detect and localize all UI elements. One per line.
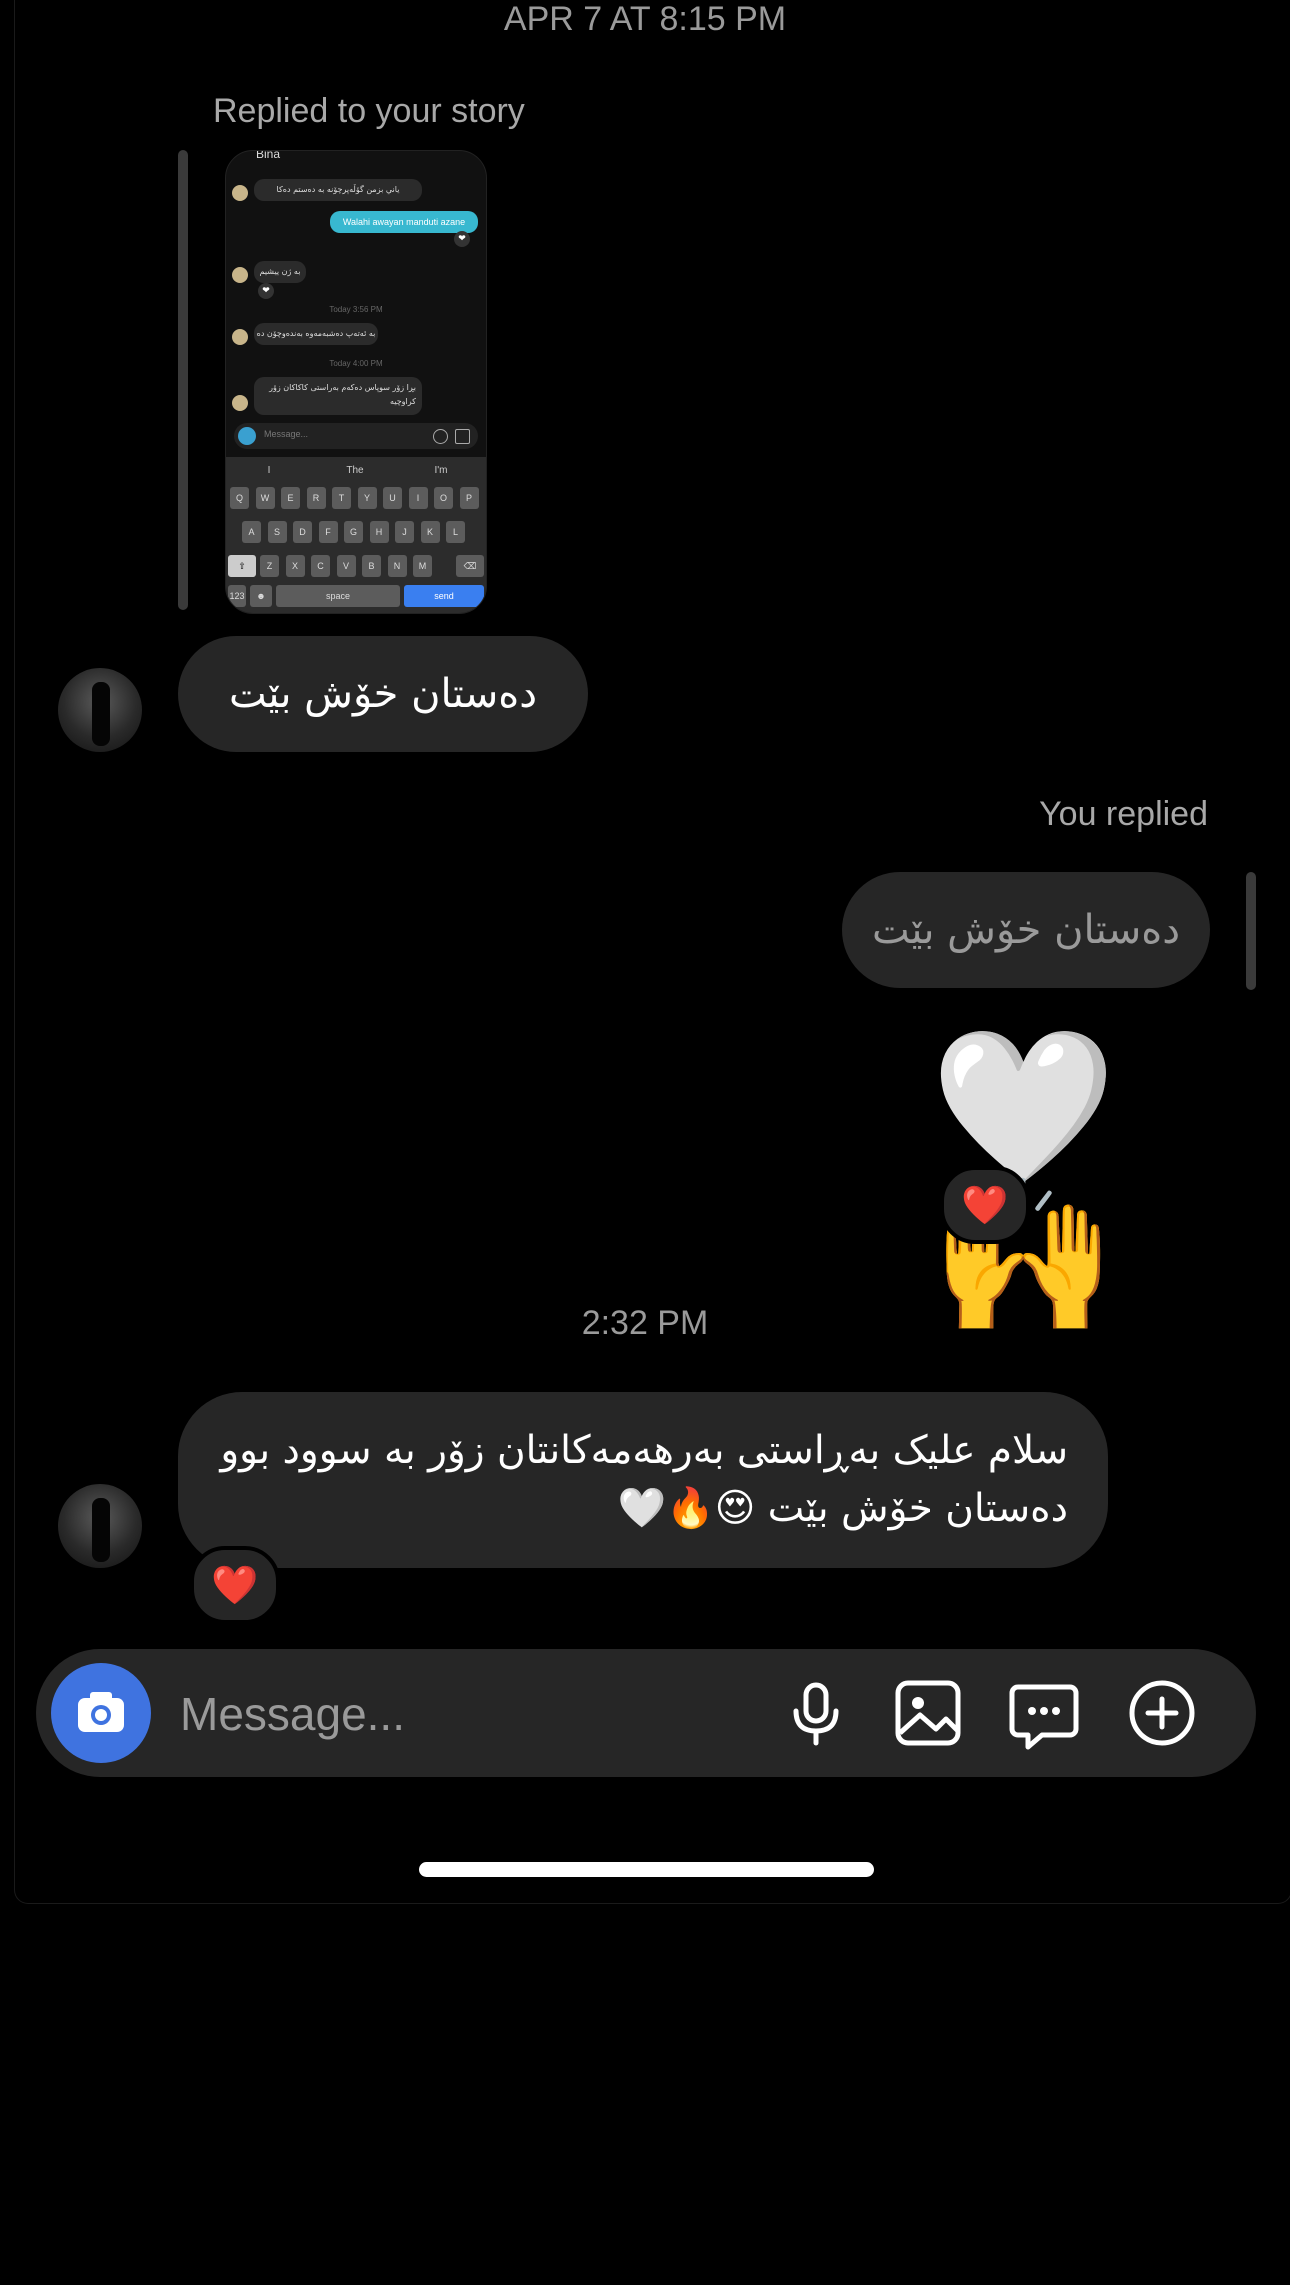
thumb-key: N <box>387 555 407 577</box>
story-reply-label: Replied to your story <box>213 92 525 130</box>
sticker-icon <box>1009 1684 1079 1750</box>
heart-reaction[interactable]: ❤️ <box>190 1546 280 1624</box>
thumb-time: Today 3:56 PM <box>329 305 383 314</box>
thumb-heart-reaction: ❤ <box>258 283 274 299</box>
thumb-key: Q <box>230 487 249 509</box>
heart-reaction[interactable]: ❤️ <box>940 1166 1030 1244</box>
thumb-key: Y <box>357 487 377 509</box>
thumb-keyboard: I The I'm QWERTYUIOPASDFGHJKLZXCVBNM ⇧ ⌫… <box>226 457 486 613</box>
thumb-gallery-icon <box>455 429 470 444</box>
story-thumbnail[interactable]: Bina ياني بزمن گۆڵەپرچۆنە بە دەستم دەکا … <box>225 150 487 614</box>
thumb-send-key: send <box>404 585 484 607</box>
gallery-button[interactable] <box>888 1673 968 1753</box>
story-reply-bar <box>178 150 188 610</box>
thumb-avatar <box>232 395 248 411</box>
thumb-avatar <box>232 329 248 345</box>
thumb-key: V <box>336 555 356 577</box>
thumb-numbers-key: 123 <box>228 585 246 607</box>
thumb-key: X <box>285 555 305 577</box>
reply-quote-bar <box>1246 872 1256 990</box>
plus-icon <box>1129 1680 1195 1746</box>
thumb-key: O <box>434 487 453 509</box>
thumb-input-placeholder: Message... <box>264 429 309 439</box>
quoted-message[interactable]: دەستان خۆش بێت <box>842 872 1210 988</box>
plus-button[interactable] <box>1122 1673 1202 1753</box>
thumb-key: I <box>408 487 428 509</box>
thumb-delete-key: ⌫ <box>456 555 484 577</box>
thumb-avatar <box>232 185 248 201</box>
thumb-header-name: Bina <box>256 150 281 161</box>
thumb-message-sent: Walahi awayan manduti azane <box>330 211 478 233</box>
thumb-key: W <box>255 487 275 509</box>
message-composer <box>36 1649 1256 1777</box>
home-indicator[interactable] <box>419 1862 874 1877</box>
thumb-heart-reaction: ❤ <box>454 231 470 247</box>
thumb-key: P <box>459 487 479 509</box>
thumb-suggestion: I'm <box>434 465 448 476</box>
thumb-shift-key: ⇧ <box>228 555 256 577</box>
thumb-key: B <box>362 555 381 577</box>
avatar-figure <box>92 1498 110 1562</box>
thumb-message: ياني بزمن گۆڵەپرچۆنە بە دەستم دەکا <box>254 179 422 201</box>
camera-button[interactable] <box>51 1663 151 1763</box>
thumb-key: E <box>281 487 300 509</box>
thumb-suggestion: I <box>267 465 271 476</box>
thumb-suggestion: The <box>346 465 364 476</box>
message-bubble[interactable]: دەستان خۆش بێت <box>178 636 588 752</box>
thumb-key: K <box>420 521 440 543</box>
microphone-button[interactable] <box>776 1673 856 1753</box>
thumb-key: T <box>332 487 351 509</box>
thumb-time: Today 4:00 PM <box>329 359 383 368</box>
message-input[interactable] <box>178 1679 742 1749</box>
thumb-key: L <box>446 521 465 543</box>
sender-avatar[interactable] <box>58 1484 142 1568</box>
thumb-key: J <box>395 521 414 543</box>
thumb-key: F <box>318 521 338 543</box>
thumb-key: C <box>311 555 330 577</box>
thumb-avatar <box>232 267 248 283</box>
thumb-camera-icon <box>238 427 256 445</box>
sender-avatar[interactable] <box>58 668 142 752</box>
thumb-message: بە ژن ییشیم <box>254 261 306 283</box>
thumb-key: M <box>413 555 432 577</box>
camera-icon <box>78 1692 124 1732</box>
timestamp: 2:32 PM <box>581 1304 709 1342</box>
timestamp: APR 7 AT 8:15 PM <box>503 0 787 38</box>
thumb-message: بە ئەتەپ دەشبەمەوە بەندەوچۆن دە رۆ <box>254 323 378 345</box>
thumb-key: H <box>369 521 389 543</box>
message-bubble[interactable]: سلام علیک بەڕاستی بەرهەمەکانتان زۆر بە س… <box>178 1392 1108 1568</box>
thumb-sticker-icon <box>433 429 448 444</box>
microphone-icon <box>793 1682 839 1746</box>
thumb-key: A <box>242 521 261 543</box>
thumb-key: D <box>293 521 312 543</box>
thumb-key: G <box>344 521 363 543</box>
thumb-key: S <box>267 521 287 543</box>
thumb-key: Z <box>260 555 279 577</box>
avatar-figure <box>92 682 110 746</box>
thumb-message-input: Message... <box>234 423 478 449</box>
thumb-key: U <box>383 487 402 509</box>
sticker-button[interactable] <box>1004 1673 1084 1753</box>
gallery-icon <box>895 1680 961 1746</box>
thumb-key: R <box>306 487 326 509</box>
thumb-emoji-key: ☻ <box>250 585 272 607</box>
thumb-message: بڕا زۆر سوپاس دەکەم بەراستی کاکاکان زۆر … <box>254 377 422 415</box>
thumb-space-key: space <box>276 585 400 607</box>
you-replied-label: You replied <box>1039 795 1208 833</box>
